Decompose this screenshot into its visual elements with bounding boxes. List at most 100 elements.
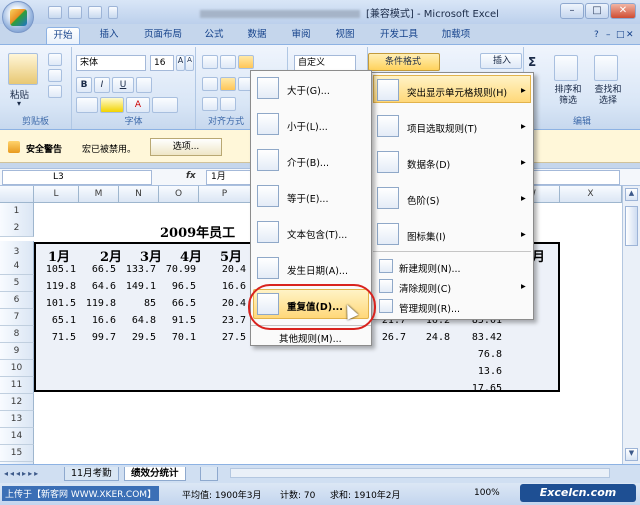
phonetic-icon[interactable] (152, 97, 178, 113)
table-cell[interactable]: 96.5 (156, 281, 196, 292)
row-header[interactable]: 11 (0, 377, 34, 394)
table-cell[interactable]: 66.5 (76, 264, 116, 275)
cf-action-item[interactable]: 清除规则(C) (399, 281, 451, 295)
submenu-item[interactable]: 小于(L)... (287, 119, 328, 133)
font-name-combo[interactable]: 宋体 (76, 55, 146, 71)
align-left-icon[interactable] (202, 77, 218, 91)
table-cell[interactable]: 64.8 (116, 315, 156, 326)
column-header[interactable]: L (34, 186, 79, 203)
tab-addins[interactable]: 加载项 (437, 27, 475, 44)
table-cell[interactable]: 16.6 (206, 281, 246, 292)
table-cell[interactable]: 70.1 (156, 332, 196, 343)
cf-menu-item[interactable]: 色阶(S) (407, 193, 439, 207)
column-header[interactable]: M (79, 186, 119, 203)
table-cell[interactable]: 23.7 (206, 315, 246, 326)
row-header[interactable]: 9 (0, 343, 34, 360)
autosum-button[interactable]: Σ (528, 55, 536, 69)
table-cell[interactable]: 26.7 (376, 332, 406, 343)
tab-review[interactable]: 审阅 (287, 27, 315, 44)
submenu-item[interactable]: 介于(B)... (287, 155, 329, 169)
table-cell[interactable]: 99.7 (76, 332, 116, 343)
sheet-nav-icons[interactable]: ◂◂◂▸▸▸ (4, 469, 40, 478)
paste-dropdown-icon[interactable]: ▾ (17, 99, 21, 108)
sheet-tab-active[interactable]: 绩效分统计 (124, 467, 186, 481)
font-size-combo[interactable]: 16 (150, 55, 174, 71)
options-button[interactable]: 选项... (150, 138, 222, 156)
align-center-icon[interactable] (220, 77, 236, 91)
table-cell[interactable]: 17.65 (462, 383, 502, 394)
table-cell[interactable]: 27.5 (206, 332, 246, 343)
increase-indent-icon[interactable] (220, 97, 236, 111)
decrease-indent-icon[interactable] (202, 97, 218, 111)
row-header[interactable]: 10 (0, 360, 34, 377)
table-cell[interactable]: 13.6 (462, 366, 502, 377)
row-header[interactable]: 2 (0, 219, 34, 237)
table-cell[interactable]: 66.5 (156, 298, 196, 309)
tab-page-layout[interactable]: 页面布局 (138, 27, 188, 44)
cf-action-item[interactable]: 管理规则(R)... (399, 301, 460, 315)
find-select-icon[interactable] (594, 55, 618, 81)
submenu-item[interactable]: 发生日期(A)... (287, 263, 348, 277)
cf-menu-item[interactable]: 项目选取规则(T) (407, 121, 477, 135)
vertical-scrollbar[interactable]: ▲ ▼ (622, 186, 640, 464)
insert-cells-button[interactable]: 插入 (480, 53, 522, 69)
number-format-combo[interactable]: 自定义 (294, 55, 356, 71)
scroll-down-icon[interactable]: ▼ (625, 448, 638, 461)
table-cell[interactable]: 24.8 (420, 332, 450, 343)
row-header[interactable]: 1 (0, 203, 34, 220)
cf-action-item[interactable]: 新建规则(N)... (399, 261, 461, 275)
submenu-item[interactable]: 等于(E)... (287, 191, 328, 205)
row-header[interactable]: 13 (0, 411, 34, 428)
column-header[interactable]: P (199, 186, 251, 203)
column-header[interactable]: X (560, 186, 622, 203)
paste-icon[interactable] (8, 53, 38, 85)
tab-developer[interactable]: 开发工具 (375, 27, 423, 44)
shrink-font-button[interactable]: A (185, 55, 194, 71)
table-cell[interactable]: 29.5 (116, 332, 156, 343)
table-cell[interactable]: 83.42 (462, 332, 502, 343)
copy-icon[interactable] (48, 69, 62, 82)
format-painter-icon[interactable] (48, 85, 62, 98)
save-icon[interactable] (48, 5, 62, 19)
underline-button[interactable]: U (112, 77, 134, 93)
conditional-formatting-button[interactable]: 条件格式 (368, 53, 440, 71)
align-middle-icon[interactable] (220, 55, 236, 69)
table-cell[interactable]: 119.8 (76, 298, 116, 309)
ribbon-close-icon[interactable]: ✕ (626, 30, 634, 40)
row-header[interactable]: 6 (0, 292, 34, 309)
minimize-button[interactable]: – (560, 3, 584, 19)
table-cell[interactable]: 20.4 (206, 264, 246, 275)
help-icon[interactable]: ? (594, 30, 599, 40)
tab-insert[interactable]: 插入 (94, 27, 124, 44)
select-all-corner[interactable] (0, 186, 34, 203)
scroll-up-icon[interactable]: ▲ (625, 188, 638, 201)
table-cell[interactable]: 64.6 (76, 281, 116, 292)
insert-sheet-icon[interactable] (200, 467, 218, 481)
row-header[interactable]: 4 (0, 258, 34, 275)
find-select-button[interactable]: 查找和 选择 (588, 85, 628, 107)
table-cell[interactable]: 85 (116, 298, 156, 309)
column-header[interactable]: N (119, 186, 159, 203)
redo-icon[interactable] (88, 5, 102, 19)
customize-qat-icon[interactable] (108, 5, 118, 19)
office-button[interactable] (2, 1, 34, 33)
horizontal-scrollbar[interactable] (230, 468, 610, 478)
sort-filter-icon[interactable] (554, 55, 578, 81)
table-cell[interactable]: 65.1 (36, 315, 76, 326)
close-button[interactable]: ✕ (610, 3, 636, 19)
sort-filter-button[interactable]: 排序和 筛选 (550, 85, 586, 107)
table-cell[interactable]: 71.5 (36, 332, 76, 343)
tab-home[interactable]: 开始 (46, 27, 80, 44)
tab-data[interactable]: 数据 (243, 27, 271, 44)
text-color-icon[interactable]: A (126, 97, 150, 113)
tab-formulas[interactable]: 公式 (200, 27, 228, 44)
row-header[interactable]: 7 (0, 309, 34, 326)
maximize-button[interactable]: □ (585, 3, 609, 19)
table-cell[interactable]: 105.1 (36, 264, 76, 275)
align-top-icon[interactable] (202, 55, 218, 69)
table-cell[interactable]: 101.5 (36, 298, 76, 309)
scroll-thumb[interactable] (625, 206, 638, 246)
table-cell[interactable]: 20.4 (206, 298, 246, 309)
tab-view[interactable]: 视图 (331, 27, 359, 44)
ribbon-restore-icon[interactable]: □ (616, 30, 625, 40)
